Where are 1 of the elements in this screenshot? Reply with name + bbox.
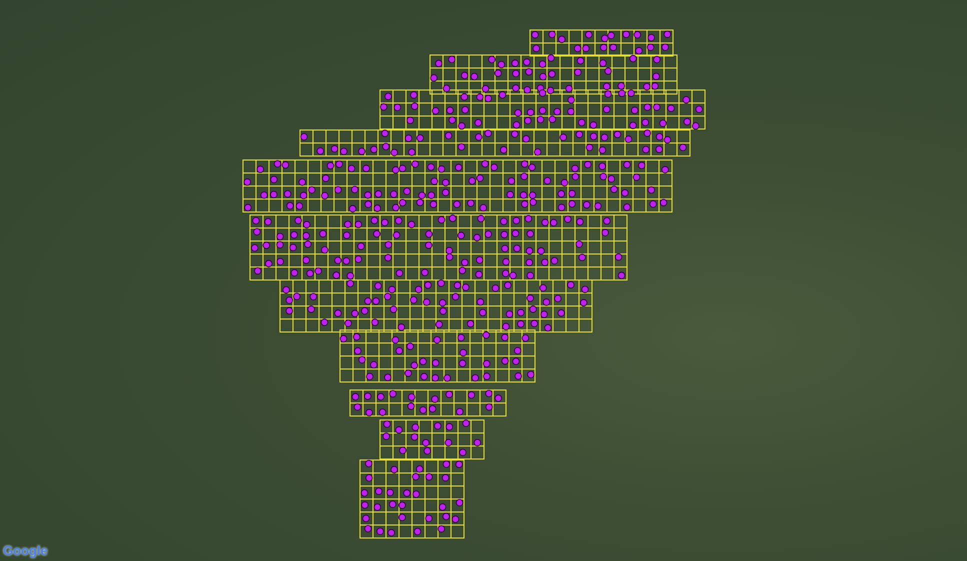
map-logo: Google (3, 543, 48, 558)
